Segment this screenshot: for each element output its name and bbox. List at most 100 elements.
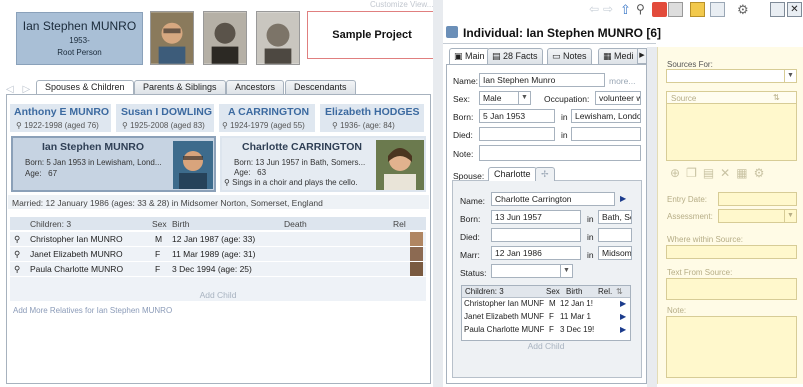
ancestor-name[interactable]: Susan I DOWLING [121,106,212,118]
col-sex[interactable]: Sex [546,287,560,296]
col-rel[interactable]: Rel [393,219,406,229]
child-photo[interactable] [410,262,423,276]
occupation-field[interactable]: volunteer w [595,91,641,105]
sex-select[interactable]: Male ▼ [479,91,531,105]
died-place-field[interactable] [571,127,641,141]
status-select[interactable]: ▼ [491,264,573,278]
col-children[interactable]: Children: 3 [465,287,504,296]
pane-splitter[interactable] [647,47,657,387]
table-row[interactable]: Janet Elizabeth MUNF F 11 Mar 1 ▶ [462,311,630,324]
child-photo[interactable] [410,232,423,246]
tab-descendants[interactable]: Descendants [285,80,356,94]
tab-media[interactable]: ▦ Medi [598,48,639,64]
ancestor-name[interactable]: A CARRINGTON [228,106,309,118]
table-row[interactable]: ⚲ Janet Elizabeth MUNRO F 11 Mar 1989 (a… [10,246,426,261]
go-to-child-icon[interactable]: ▶ [620,299,626,308]
spouse-born-date[interactable]: 13 Jun 1957 [491,210,581,224]
customize-view-link[interactable]: Customize View... [370,0,433,9]
delete-icon[interactable]: ✕ [720,166,736,180]
marriage-place-field[interactable]: Midsom [598,246,632,260]
name-field[interactable]: Ian Stephen Munro [479,73,605,87]
spouse-name[interactable]: Charlotte CARRINGTON [222,141,382,153]
col-birth[interactable]: Birth [566,287,582,296]
go-to-child-icon[interactable]: ▶ [620,325,626,334]
entry-date-field[interactable] [718,192,797,206]
born-place-field[interactable]: Lewisham, Londo [571,109,641,123]
spouse-died-place[interactable] [598,228,632,242]
close-icon[interactable]: ✕ [787,2,802,17]
focus-person-card[interactable]: Ian Stephen MUNRO Born: 5 Jan 1953 in Le… [11,136,216,192]
source-note-field[interactable] [666,316,797,378]
tab-spouse-charlotte[interactable]: Charlotte [488,167,537,181]
table-row[interactable]: ⚲ Christopher Ian MUNRO M 12 Jan 1987 (a… [10,231,426,246]
col-children[interactable]: Children: 3 [30,219,71,229]
table-row[interactable]: ⚲ Paula Charlotte MUNRO F 3 Dec 1994 (ag… [10,261,426,276]
text-from-source-field[interactable] [666,278,797,300]
photo-thumbnail[interactable] [203,11,247,65]
where-within-source-label: Where within Source: [667,235,744,244]
born-date-field[interactable]: 5 Jan 1953 [479,109,555,123]
note-field[interactable] [479,145,641,161]
person-photo[interactable] [376,140,424,190]
gear-icon[interactable]: ⚙ [737,2,752,17]
photo-thumbnail[interactable] [256,11,300,65]
col-sex[interactable]: Sex [152,219,167,229]
restore-window-icon[interactable] [770,2,785,17]
copy-icon[interactable]: ❐ [686,166,703,180]
tab-notes[interactable]: ▭ Notes [547,48,592,64]
sources-list[interactable]: Source ⇅ [666,91,797,161]
search-icon[interactable]: ⚲ [636,2,651,17]
root-person-card[interactable]: Ian Stephen MUNRO 1953- Root Person [16,12,143,65]
spouse-card[interactable]: Charlotte CARRINGTON Born: 13 Jun 1957 i… [220,136,426,192]
spouse-died-date[interactable] [491,228,581,242]
go-to-child-icon[interactable]: ▶ [620,312,626,321]
col-source[interactable]: Source [671,94,696,103]
assessment-select[interactable]: ▼ [718,209,797,223]
table-row[interactable]: Christopher Ian MUNF M 12 Jan 1! ▶ [462,298,630,311]
tab-scroll-right-icon[interactable]: ▶ [637,48,647,64]
tab-facts[interactable]: ▤ 28 Facts [487,48,543,64]
tab-parents-siblings[interactable]: Parents & Siblings [134,80,226,94]
add-spouse-tab-icon[interactable]: ✢ [535,167,555,181]
sources-for-select[interactable]: ▼ [666,69,797,83]
photo-thumbnail[interactable] [150,11,194,65]
col-birth[interactable]: Birth [172,219,189,229]
spouse-born-place[interactable]: Bath, Sc [598,210,632,224]
married-text[interactable]: Married: 12 January 1986 (ages: 33 & 28)… [12,198,323,208]
document-icon[interactable] [668,2,683,17]
spouse-name-field[interactable]: Charlotte Carrington [491,192,615,206]
add-more-relatives-link[interactable]: Add More Relatives for Ian Stephen MUNRO [13,306,172,315]
go-to-spouse-icon[interactable]: ▶ [620,194,626,203]
project-name-box[interactable]: Sample Project [307,11,437,59]
marriage-date-field[interactable]: 12 Jan 1986 [491,246,581,260]
add-child-button[interactable]: Add Child [461,341,631,353]
family-view-icon[interactable] [690,2,705,17]
add-source-icon[interactable]: ⊕ [670,166,686,180]
column-options-icon[interactable]: ⇅ [773,93,780,102]
tab-spouses-children[interactable]: Spouses & Children [36,80,134,95]
back-arrow-icon[interactable]: ⇦ [589,2,604,17]
child-photo[interactable] [410,247,423,261]
ancestor-name[interactable]: Elizabeth HODGES [325,106,420,118]
paste-icon[interactable]: ▤ [703,166,720,180]
ancestor-name[interactable]: Anthony E MUNRO [14,106,109,118]
died-date-field[interactable] [479,127,555,141]
up-arrow-icon[interactable]: ⇧ [620,2,635,17]
col-rel[interactable]: Rel. [598,287,612,296]
table-row[interactable]: Paula Charlotte MUNF F 3 Dec 19! ▶ [462,324,630,337]
tab-ancestors[interactable]: Ancestors [226,80,285,94]
forward-arrow-icon[interactable]: ⇨ [603,2,618,17]
settings-icon[interactable]: ⚙ [754,166,771,180]
more-link[interactable]: more... [609,76,635,86]
focus-person-name[interactable]: Ian Stephen MUNRO [13,141,173,153]
add-child-button[interactable]: Add Child [10,288,426,301]
tab-main[interactable]: ▣ Main [449,48,490,64]
edit-icon[interactable]: ▦ [736,166,753,180]
tree-view-icon[interactable] [710,2,725,17]
col-death[interactable]: Death [284,219,307,229]
where-within-source-field[interactable] [666,245,797,259]
person-photo[interactable] [173,141,213,189]
delete-record-icon[interactable] [652,2,667,17]
column-options-icon[interactable]: ⇅ [616,287,623,296]
pane-splitter[interactable] [433,0,443,387]
